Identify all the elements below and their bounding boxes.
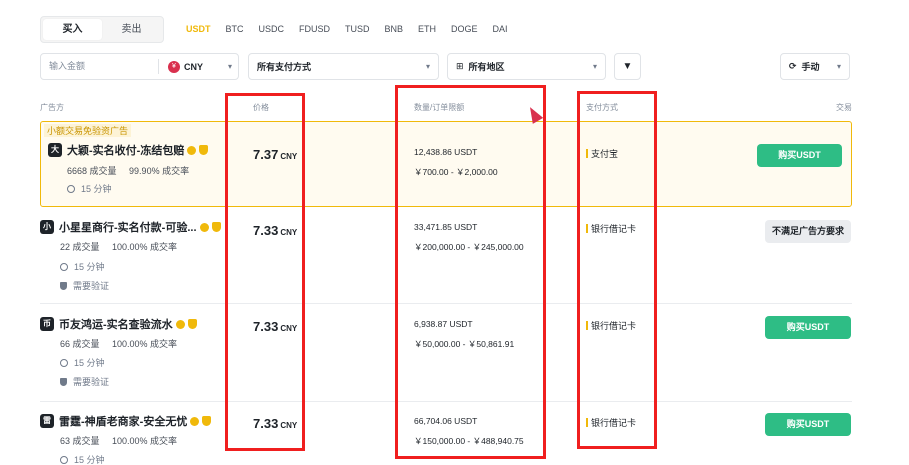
payment-column-annotation [577,91,657,449]
orders-count: 66 成交量 [60,339,100,349]
merchant-stats: 6668 成交量 99.90% 成交率 [67,164,199,177]
orders-count: 22 成交量 [60,242,100,252]
coin-tab-usdc[interactable]: USDC [259,24,285,34]
merchant-name[interactable]: 雷 雷霆-神盾老商家-安全无忧 [40,413,212,429]
chevron-down-icon: ▾ [227,62,232,71]
pay-time-value: 15 分钟 [74,455,105,465]
chevron-down-icon: ▾ [836,62,841,71]
pay-time: 15 分钟 [60,453,105,465]
verified-badge-icon [190,416,200,426]
coin-tabs: USDT BTC USDC FDUSD TUSD BNB ETH DOGE DA… [186,24,523,34]
clock-icon [60,262,68,271]
clock-icon [60,455,68,464]
region-value: 所有地区 [468,62,505,72]
avatar: 小 [40,220,54,234]
buy-sell-toggle: 买入 卖出 [40,16,164,43]
pay-time-value: 15 分钟 [81,184,112,194]
orders-count: 63 成交量 [60,436,100,446]
merchant-name[interactable]: 小 小星星商行-实名付款-可验... [40,219,221,235]
shield-badge-icon [187,319,197,329]
shield-badge-icon [199,145,209,155]
merchant-label[interactable]: 大颖-实名收付-冻结包赔 [67,142,184,158]
completion-rate: 100.00% 成交率 [112,339,178,349]
coin-tab-btc[interactable]: BTC [226,24,244,34]
chevron-down-icon: ▾ [425,62,430,71]
avatar: 币 [40,317,54,331]
tab-sell[interactable]: 卖出 [102,19,161,40]
merchant-stats: 66 成交量 100.00% 成交率 [60,337,187,350]
coin-tab-doge[interactable]: DOGE [451,24,478,34]
merchant-name[interactable]: 大 大颖-实名收付-冻结包赔 [48,142,209,158]
avatar: 雷 [40,414,54,428]
cny-currency-icon: ¥ [168,60,180,73]
pay-time: 15 分钟 [60,260,105,273]
completion-rate: 100.00% 成交率 [112,242,178,252]
price-column-annotation [225,93,305,451]
merchant-stats: 22 成交量 100.00% 成交率 [60,240,187,253]
orders-count: 6668 成交量 [67,166,117,176]
clock-icon [67,184,75,193]
coin-tab-tusd[interactable]: TUSD [345,24,370,34]
merchant-stats: 63 成交量 100.00% 成交率 [60,434,187,447]
currency-select[interactable]: CNY [184,62,203,72]
completion-rate: 99.90% 成交率 [129,166,190,176]
filter-icon: ▼ [622,61,633,72]
merchant-label[interactable]: 币友鸿运-实名查验流水 [59,316,173,332]
col-trade: 交易 [836,103,852,112]
shield-icon [60,281,67,290]
refresh-select[interactable]: ⟳ 手动 ▾ [780,53,850,80]
shield-badge-icon [202,416,212,426]
col-advertiser: 广告方 [40,103,64,112]
coin-tab-eth[interactable]: ETH [418,24,436,34]
region-select[interactable]: ⊞ 所有地区 ▾ [447,53,606,80]
pay-time: 15 分钟 [67,182,112,195]
payment-method-value: 所有支付方式 [257,62,312,72]
merchant-label[interactable]: 雷霆-神盾老商家-安全无忧 [59,413,187,429]
verified-badge-icon [199,222,209,232]
clock-icon [60,358,68,367]
coin-tab-dai[interactable]: DAI [493,24,508,34]
chevron-down-icon: ▾ [592,62,597,71]
coin-tab-usdt[interactable]: USDT [186,24,211,34]
completion-rate: 100.00% 成交率 [112,436,178,446]
coin-tab-bnb[interactable]: BNB [385,24,404,34]
verification-label: 需要验证 [73,377,110,387]
payment-method-select[interactable]: 所有支付方式 ▾ [248,53,439,80]
refresh-icon: ⟳ [789,61,797,71]
coin-tab-fdusd[interactable]: FDUSD [299,24,330,34]
amount-input[interactable]: 输入金额 [41,59,159,74]
globe-icon: ⊞ [456,61,464,71]
verified-badge-icon [175,319,185,329]
requirement-not-met-button[interactable]: 不满足广告方要求 [765,220,851,243]
buy-usdt-button[interactable]: 购买USDT [765,316,851,339]
verification-required: 需要验证 [60,375,109,388]
verification-required: 需要验证 [60,279,109,292]
merchant-name[interactable]: 币 币友鸿运-实名查验流水 [40,316,197,332]
refresh-value: 手动 [801,62,820,72]
pay-time: 15 分钟 [60,356,105,369]
merchant-label[interactable]: 小星星商行-实名付款-可验... [59,219,197,235]
shield-icon [60,377,67,386]
tab-buy[interactable]: 买入 [43,19,102,40]
quantity-column-annotation [395,85,546,459]
verified-badge-icon [187,145,197,155]
buy-usdt-button[interactable]: 购买USDT [757,144,842,167]
buy-usdt-button[interactable]: 购买USDT [765,413,851,436]
promo-label: 小额交易免验资广告 [44,124,132,137]
avatar: 大 [48,143,62,157]
shield-badge-icon [211,222,221,232]
pay-time-value: 15 分钟 [74,262,105,272]
amount-field[interactable]: 输入金额 ¥ CNY ▾ [40,53,239,80]
pay-time-value: 15 分钟 [74,358,105,368]
verification-label: 需要验证 [73,281,110,291]
filter-button[interactable]: ▼ [614,53,641,80]
